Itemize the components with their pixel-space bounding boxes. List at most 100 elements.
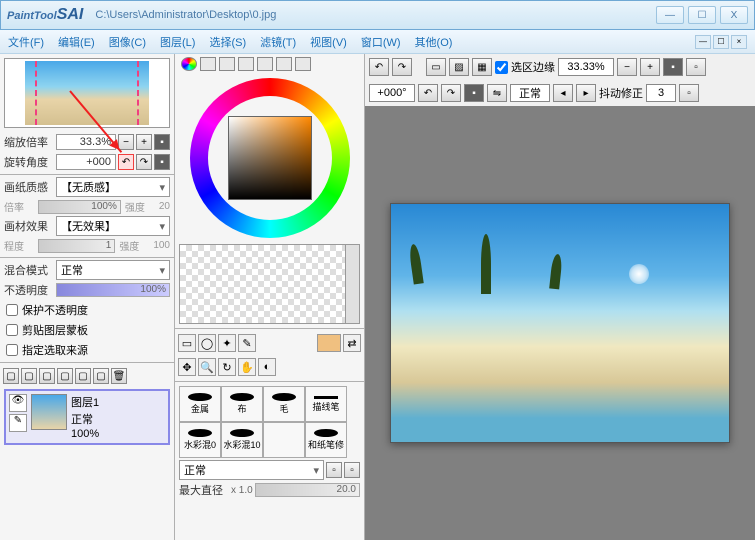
paper-texture-dropdown[interactable]: 【无质感】	[56, 177, 170, 197]
opacity-slider[interactable]: 100%	[56, 283, 170, 297]
redo-button[interactable]: ↷	[392, 58, 412, 76]
panel-close-button[interactable]: ×	[731, 35, 747, 49]
canvas-rotate-cw-button[interactable]: ↷	[441, 84, 461, 102]
rotate-tool[interactable]: ↻	[218, 358, 236, 376]
brush-size-mult[interactable]: x 1.0	[231, 485, 253, 496]
transfer-button[interactable]: ▢	[57, 368, 73, 384]
menu-layer[interactable]: 图层(L)	[160, 34, 195, 50]
swap-color-icon[interactable]: ⇄	[343, 334, 361, 352]
blend-mode-dropdown[interactable]: 正常	[56, 260, 170, 280]
menu-image[interactable]: 图像(C)	[109, 34, 146, 50]
menu-other[interactable]: 其他(O)	[415, 34, 453, 50]
canvas-zoom-out-button[interactable]: −	[617, 58, 637, 76]
magic-wand-tool[interactable]: ✦	[218, 334, 236, 352]
eyedropper-tool[interactable]: ◐	[258, 358, 276, 376]
paper-effect-dropdown[interactable]: 【无效果】	[56, 216, 170, 236]
color-wheel[interactable]	[190, 78, 350, 238]
menu-filter[interactable]: 滤镜(T)	[260, 34, 296, 50]
menu-view[interactable]: 视图(V)	[310, 34, 347, 50]
canvas-rotate-reset-button[interactable]: ▪	[464, 84, 484, 102]
clear-button[interactable]: ▢	[93, 368, 109, 384]
menu-window[interactable]: 窗口(W)	[361, 34, 401, 50]
canvas-zoom-in-button[interactable]: +	[640, 58, 660, 76]
pen-tool[interactable]: ✎	[238, 334, 256, 352]
brush-cloth[interactable]: 布	[221, 386, 263, 422]
lasso-tool[interactable]: ◯	[198, 334, 216, 352]
rotate-ccw-button[interactable]: ↶	[118, 154, 134, 170]
brush-opt2-button[interactable]: ▫	[344, 462, 360, 478]
maximize-button[interactable]: ☐	[688, 6, 716, 24]
brush-paper[interactable]: 和纸笔修	[305, 422, 347, 458]
zoom-tool[interactable]: 🔍	[198, 358, 216, 376]
zoom-reset-button[interactable]: ▪	[154, 134, 170, 150]
swatch-icon[interactable]	[257, 57, 273, 71]
sel-edge-checkbox[interactable]	[495, 61, 508, 74]
rotate-reset-button[interactable]: ▪	[154, 154, 170, 170]
selection-source-checkbox[interactable]: 指定选取来源	[0, 340, 174, 360]
flip-h-button[interactable]: ⇋	[487, 84, 507, 102]
new-linework-button[interactable]: ▢	[21, 368, 37, 384]
canvas-zoom-input[interactable]	[558, 58, 614, 76]
hsv-slider-icon[interactable]	[219, 57, 235, 71]
panel-max-button[interactable]: ☐	[713, 35, 729, 49]
show-sel-button[interactable]: ▦	[472, 58, 492, 76]
hand-tool[interactable]: ✋	[238, 358, 256, 376]
canvas-rotate-ccw-button[interactable]: ↶	[418, 84, 438, 102]
brush-opt1-button[interactable]: ▫	[326, 462, 342, 478]
undo-button[interactable]: ↶	[369, 58, 389, 76]
menu-select[interactable]: 选择(S)	[209, 34, 246, 50]
minimize-button[interactable]: —	[656, 6, 684, 24]
deselect-button[interactable]: ▭	[426, 58, 446, 76]
zoom-in-button[interactable]: +	[136, 134, 152, 150]
visibility-icon[interactable]: 👁	[9, 394, 27, 412]
canvas-view[interactable]	[365, 106, 755, 540]
panel-min-button[interactable]: —	[695, 35, 711, 49]
rotate-value[interactable]: +000	[56, 154, 116, 170]
layer-name: 图层1	[71, 394, 99, 410]
new-folder-button[interactable]: ▢	[39, 368, 55, 384]
stabilizer-label: 抖动修正	[599, 85, 643, 101]
palette-icon[interactable]	[295, 57, 311, 71]
brush-size-slider[interactable]: 20.0	[255, 483, 360, 497]
color-wheel-icon[interactable]	[181, 57, 197, 71]
protect-opacity-checkbox[interactable]: 保护不透明度	[0, 300, 174, 320]
navigator-thumbnail[interactable]	[4, 58, 170, 128]
rotate-cw-button[interactable]: ↷	[136, 154, 152, 170]
canvas-angle-input[interactable]	[369, 84, 415, 102]
menu-edit[interactable]: 编辑(E)	[58, 34, 95, 50]
swatch-area	[179, 244, 360, 324]
brush-mode-dropdown[interactable]: 正常	[179, 460, 324, 480]
selection-tool[interactable]: ▭	[178, 334, 196, 352]
scale-slider[interactable]: 100%	[38, 200, 121, 214]
delete-layer-button[interactable]: 🗑	[111, 368, 127, 384]
clipping-mask-checkbox[interactable]: 剪贴图层蒙板	[0, 320, 174, 340]
canvas-mode-input[interactable]	[510, 84, 550, 102]
brush-water0[interactable]: 水彩混0	[179, 422, 221, 458]
canvas-zoom-fit-button[interactable]: ▪	[663, 58, 683, 76]
rotate-label: 旋转角度	[4, 154, 54, 170]
edit-icon[interactable]: ✎	[9, 414, 27, 432]
stabilizer-input[interactable]	[646, 84, 676, 102]
new-layer-button[interactable]: ▢	[3, 368, 19, 384]
brush-water10[interactable]: 水彩混10	[221, 422, 263, 458]
rgb-slider-icon[interactable]	[200, 57, 216, 71]
scratchpad-icon[interactable]	[276, 57, 292, 71]
move-tool[interactable]: ✥	[178, 358, 196, 376]
amount-slider[interactable]: 1	[38, 239, 115, 253]
mode-next-button[interactable]: ▸	[576, 84, 596, 102]
layer-item[interactable]: 👁 ✎ 图层1 正常 100%	[4, 389, 170, 445]
invert-sel-button[interactable]: ▨	[449, 58, 469, 76]
brush-fur[interactable]: 毛	[263, 386, 305, 422]
canvas-zoom-100-button[interactable]: ▫	[686, 58, 706, 76]
gray-icon[interactable]	[238, 57, 254, 71]
brush-empty[interactable]	[263, 422, 305, 458]
swatch-scrollbar[interactable]	[345, 245, 359, 323]
close-button[interactable]: X	[720, 6, 748, 24]
mode-prev-button[interactable]: ◂	[553, 84, 573, 102]
merge-button[interactable]: ▢	[75, 368, 91, 384]
menu-file[interactable]: 文件(F)	[8, 34, 44, 50]
brush-metal[interactable]: 金属	[179, 386, 221, 422]
stabilizer-opt-button[interactable]: ▫	[679, 84, 699, 102]
brush-line[interactable]: 描线笔	[305, 386, 347, 422]
fg-color[interactable]	[317, 334, 341, 352]
